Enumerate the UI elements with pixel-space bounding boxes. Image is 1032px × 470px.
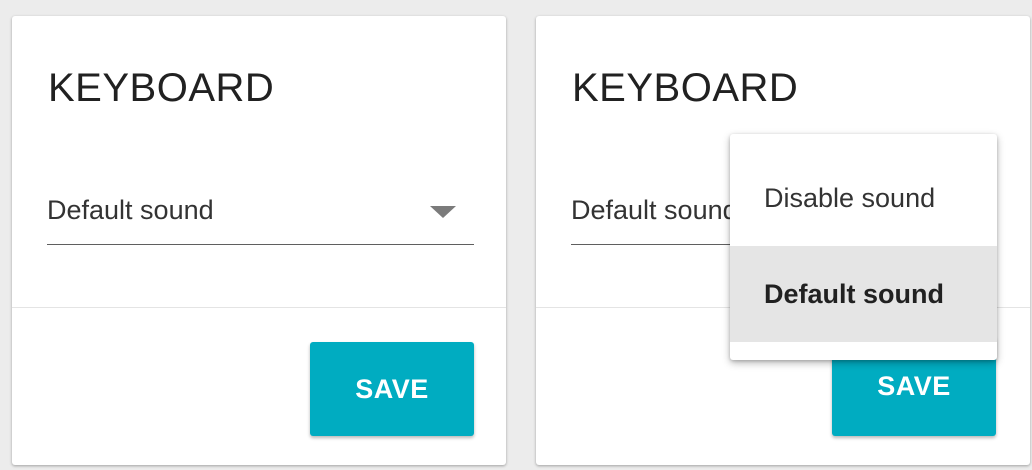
sound-select[interactable]: Default sound [571,188,731,245]
card-title: KEYBOARD [572,66,799,110]
sound-dropdown-menu: Disable sound Default sound [730,134,997,360]
sound-select[interactable]: Default sound [47,188,474,245]
menu-item-default-sound[interactable]: Default sound [730,246,997,342]
save-button[interactable]: SAVE [310,342,474,436]
sound-select-value: Default sound [47,195,214,225]
card-divider [12,307,506,308]
menu-item-disable-sound[interactable]: Disable sound [730,150,997,246]
keyboard-card-left: KEYBOARD Default sound SAVE [12,16,506,465]
sound-select-value: Default sound [571,195,731,225]
caret-down-icon[interactable] [430,206,456,218]
card-title: KEYBOARD [48,66,275,110]
